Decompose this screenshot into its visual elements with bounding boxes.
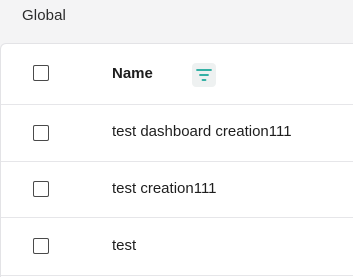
row-checkbox[interactable] [33,181,49,197]
table-header-row: Name [1,44,353,105]
row-name[interactable]: test dashboard creation111 [112,123,292,140]
column-header-name: Name [112,65,153,82]
dashboards-table: Name test dashboard creation111 test cre… [0,43,353,277]
row-name[interactable]: test [112,237,136,254]
page: Global Name test dashboard creation111 t… [0,0,353,277]
filter-icon [196,69,212,81]
table-row[interactable]: test creation111 [1,162,353,218]
select-all-checkbox[interactable] [33,65,49,81]
section-title: Global [22,7,66,24]
name-filter-button[interactable] [192,63,216,87]
table-row[interactable]: test dashboard creation111 [1,105,353,162]
row-name[interactable]: test creation111 [112,180,217,197]
table-row[interactable]: test [1,218,353,276]
row-checkbox[interactable] [33,125,49,141]
row-checkbox[interactable] [33,238,49,254]
